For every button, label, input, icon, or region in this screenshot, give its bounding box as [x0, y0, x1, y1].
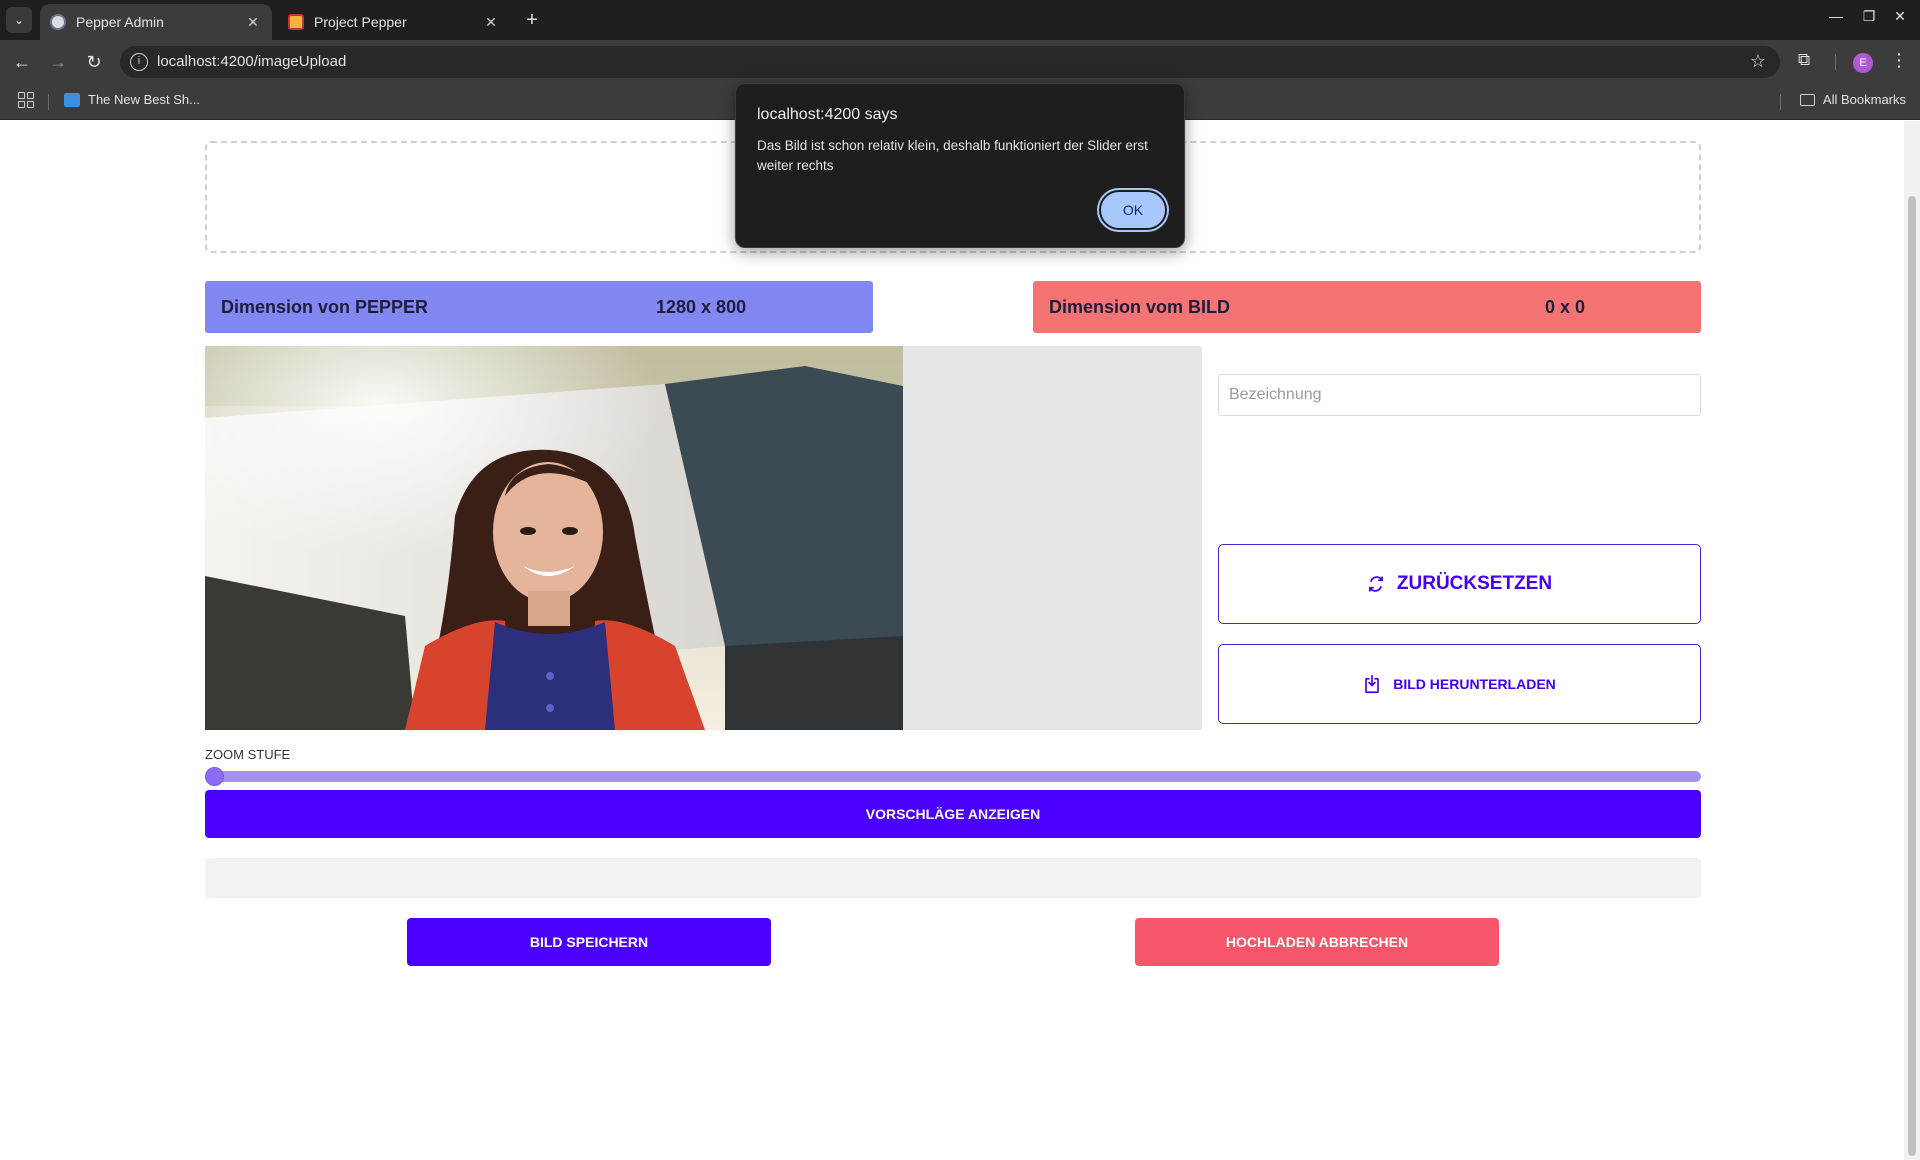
- dialog-title: localhost:4200 says: [757, 106, 898, 123]
- window-close-icon[interactable]: ✕: [1888, 8, 1912, 25]
- zoom-slider-handle[interactable]: [205, 767, 224, 786]
- save-image-button[interactable]: BILD SPEICHERN: [407, 918, 771, 966]
- refresh-icon: [1367, 575, 1385, 593]
- reset-label: ZURÜCKSETZEN: [1396, 573, 1553, 594]
- download-label: BILD HERUNTERLADEN: [1393, 676, 1556, 692]
- zoom-slider-track[interactable]: [205, 771, 1701, 782]
- profile-avatar[interactable]: E: [1853, 53, 1873, 73]
- zoom-label: ZOOM STUFE: [205, 747, 291, 762]
- extensions-icon[interactable]: ⧉: [1798, 50, 1810, 70]
- bookmark-label: The New Best Sh...: [88, 92, 200, 107]
- image-icon: [64, 92, 80, 107]
- tab-title: Project Pepper: [314, 14, 407, 30]
- close-tab-icon[interactable]: ✕: [482, 14, 500, 31]
- apps-icon[interactable]: [18, 92, 34, 108]
- show-suggestions-button[interactable]: VORSCHLÄGE ANZEIGEN: [205, 790, 1701, 838]
- scrollbar-thumb[interactable]: [1908, 196, 1916, 1156]
- url-text[interactable]: localhost:4200/imageUpload: [157, 53, 346, 70]
- image-dimension-label: Dimension vom BILD: [1049, 296, 1231, 317]
- dialog-ok-button[interactable]: OK: [1099, 190, 1167, 230]
- cancel-upload-button[interactable]: HOCHLADEN ABBRECHEN: [1135, 918, 1499, 966]
- suggestions-panel: [205, 858, 1701, 898]
- close-tab-icon[interactable]: ✕: [244, 14, 262, 31]
- image-dimension-value: 0 x 0: [1545, 296, 1586, 317]
- tab-title: Pepper Admin: [76, 14, 164, 30]
- tab-pepper-admin[interactable]: Pepper Admin ✕: [40, 4, 272, 40]
- bookmark-star-icon[interactable]: ☆: [1750, 51, 1766, 72]
- tab-project-pepper[interactable]: Project Pepper ✕: [278, 4, 510, 40]
- dialog-message: Das Bild ist schon relativ klein, deshal…: [757, 138, 1148, 173]
- bookmark-item[interactable]: The New Best Sh...: [64, 92, 200, 107]
- new-tab-icon[interactable]: +: [520, 8, 544, 32]
- alert-dialog: localhost:4200 says Das Bild ist schon r…: [735, 83, 1185, 248]
- bookmarks-divider: [1780, 94, 1781, 110]
- reload-icon[interactable]: ↻: [82, 50, 106, 74]
- bookmarks-divider: [48, 94, 49, 110]
- browser-toolbar: ← → ↻ i localhost:4200/imageUpload ☆: [0, 40, 1920, 84]
- all-bookmarks[interactable]: All Bookmarks: [1799, 92, 1906, 107]
- restore-icon[interactable]: ❐: [1857, 8, 1881, 25]
- browser-tab-strip: ⌄ Pepper Admin ✕ Project Pepper ✕ + — ❐ …: [0, 0, 1920, 40]
- minimize-icon[interactable]: —: [1824, 8, 1848, 24]
- pepper-dimension-box: Dimension von PEPPER 1280 x 800: [205, 281, 873, 333]
- tab-search-icon[interactable]: ⌄: [6, 7, 32, 33]
- pepper-admin-favicon-icon: [50, 14, 66, 30]
- image-name-input[interactable]: [1218, 374, 1701, 416]
- reset-button[interactable]: ZURÜCKSETZEN: [1218, 544, 1701, 624]
- pepper-dimension-value: 1280 x 800: [656, 296, 747, 317]
- forward-icon[interactable]: →: [46, 50, 70, 74]
- uploaded-photo[interactable]: [205, 346, 903, 730]
- address-bar[interactable]: i localhost:4200/imageUpload ☆: [120, 46, 1780, 78]
- pepper-dimension-label: Dimension von PEPPER: [221, 296, 429, 317]
- image-dimension-box: Dimension vom BILD 0 x 0: [1033, 281, 1701, 333]
- toolbar-divider: [1835, 54, 1836, 70]
- project-pepper-favicon-icon: [288, 14, 304, 30]
- menu-icon[interactable]: ⋮: [1890, 50, 1908, 71]
- site-info-icon[interactable]: i: [130, 53, 148, 71]
- back-icon[interactable]: ←: [10, 50, 34, 74]
- folder-icon: [1799, 93, 1815, 106]
- all-bookmarks-label: All Bookmarks: [1822, 92, 1906, 107]
- download-image-button[interactable]: BILD HERUNTERLADEN: [1218, 644, 1701, 724]
- download-icon: [1363, 674, 1381, 694]
